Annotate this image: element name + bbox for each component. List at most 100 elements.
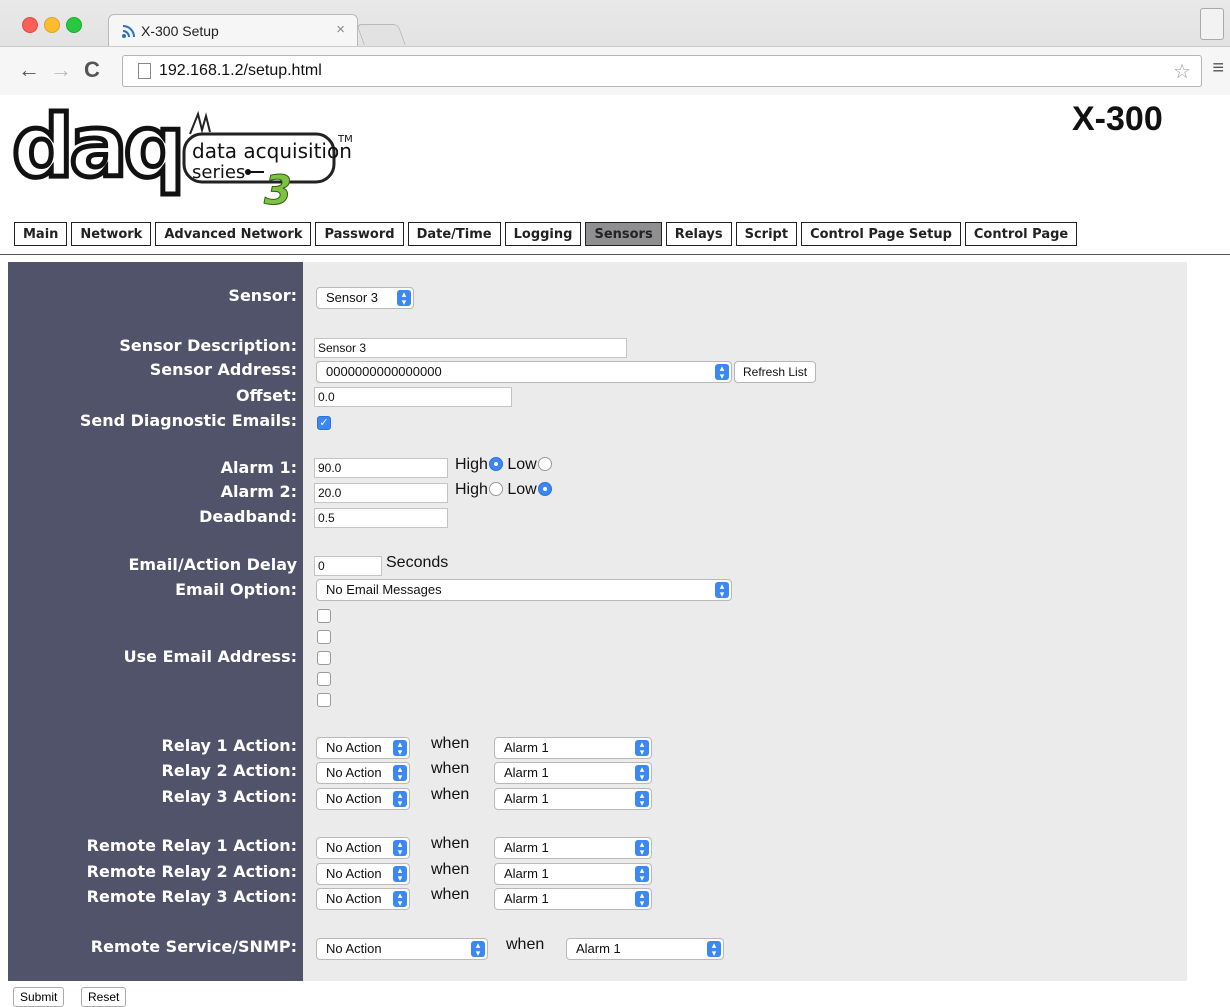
remote-relay1-alarm-select[interactable]: Alarm 1 ▴ ▾: [494, 837, 652, 859]
tab-advanced-network[interactable]: Advanced Network: [155, 222, 312, 246]
tab-control-page-setup[interactable]: Control Page Setup: [801, 222, 961, 246]
remote-relay1-when-label: when: [431, 835, 470, 852]
alarm1-high-radio[interactable]: [488, 457, 503, 471]
tab-relays[interactable]: Relays: [665, 222, 732, 246]
alarm2-low-label: Low: [507, 481, 537, 498]
send-diagnostic-checkbox[interactable]: ✓: [317, 416, 331, 430]
relay1-alarm-select[interactable]: Alarm 1 ▴ ▾: [494, 737, 652, 759]
profile-icon[interactable]: [1200, 8, 1224, 40]
forward-icon[interactable]: →: [50, 59, 72, 81]
remote-relay2-action-label: Remote Relay 2 Action:: [86, 862, 297, 881]
minimize-window-button[interactable]: [44, 17, 60, 33]
email-option-label: Email Option:: [175, 580, 297, 599]
email-action-delay-input[interactable]: 0: [314, 556, 382, 576]
action-select-value: No Action: [326, 891, 382, 906]
tab-script[interactable]: Script: [735, 222, 798, 246]
new-tab-button[interactable]: [356, 24, 406, 45]
remote-snmp-alarm-select[interactable]: Alarm 1 ▴ ▾: [566, 938, 724, 960]
alarm1-input[interactable]: 90.0: [314, 458, 448, 478]
select-arrows-icon: ▴ ▾: [393, 740, 407, 757]
daq-logo: daq data acquisition series TM 3: [12, 104, 353, 208]
sensor-description-input[interactable]: Sensor 3: [314, 338, 627, 358]
alarm-select-value: Alarm 1: [504, 765, 549, 780]
close-window-button[interactable]: [22, 17, 38, 33]
browser-tab[interactable]: X-300 Setup ×: [108, 14, 358, 47]
select-arrows-icon: ▴ ▾: [715, 582, 729, 599]
tab-password[interactable]: Password: [315, 222, 404, 246]
remote-service-snmp-label: Remote Service/SNMP:: [90, 937, 297, 956]
tab-network[interactable]: Network: [71, 222, 152, 246]
alarm2-high-radio[interactable]: [488, 482, 503, 496]
email-address-checkbox-1[interactable]: [317, 609, 331, 623]
alarm-select-value: Alarm 1: [504, 840, 549, 855]
back-icon[interactable]: ←: [18, 59, 40, 81]
submit-button[interactable]: Submit: [13, 987, 65, 1007]
relay2-alarm-select[interactable]: Alarm 1 ▴ ▾: [494, 762, 652, 784]
sensor-address-select[interactable]: 0000000000000000 ▴ ▾: [316, 361, 732, 383]
alarm2-input[interactable]: 20.0: [314, 483, 448, 503]
nav-divider: [0, 254, 1230, 255]
email-option-select[interactable]: No Email Messages ▴ ▾: [316, 579, 732, 601]
remote-relay2-alarm-select[interactable]: Alarm 1 ▴ ▾: [494, 863, 652, 885]
relay3-action-select[interactable]: No Action ▴ ▾: [316, 788, 410, 810]
sensor-select-value: Sensor 3: [326, 290, 379, 305]
sensor-select[interactable]: Sensor 3 ▴ ▾: [316, 287, 414, 309]
select-arrows-icon: ▴ ▾: [635, 791, 649, 808]
select-arrows-icon: ▴ ▾: [635, 840, 649, 857]
remote-snmp-action-select[interactable]: No Action ▴ ▾: [316, 938, 488, 960]
email-address-checkbox-3[interactable]: [317, 651, 331, 665]
relay3-alarm-select[interactable]: Alarm 1 ▴ ▾: [494, 788, 652, 810]
select-arrows-icon: ▴ ▾: [635, 891, 649, 908]
offset-input[interactable]: 0.0: [314, 387, 512, 407]
browser-menu-icon[interactable]: ≡: [1212, 57, 1224, 80]
email-action-delay-label: Email/Action Delay: [128, 555, 297, 574]
tab-main[interactable]: Main: [14, 222, 68, 246]
logo-tm-text: TM: [337, 134, 353, 145]
relay1-action-select[interactable]: No Action ▴ ▾: [316, 737, 410, 759]
remote-relay2-action-select[interactable]: No Action ▴ ▾: [316, 863, 410, 885]
remote-relay3-when-label: when: [431, 886, 470, 903]
relay2-action-select[interactable]: No Action ▴ ▾: [316, 762, 410, 784]
email-address-checkbox-5[interactable]: [317, 693, 331, 707]
alarm-select-value: Alarm 1: [576, 941, 621, 956]
email-address-checkbox-4[interactable]: [317, 672, 331, 686]
alarm2-label: Alarm 2:: [220, 482, 297, 501]
remote-relay3-action-select[interactable]: No Action ▴ ▾: [316, 888, 410, 910]
remote-relay3-alarm-select[interactable]: Alarm 1 ▴ ▾: [494, 888, 652, 910]
tab-control-page[interactable]: Control Page: [964, 222, 1078, 246]
seconds-label: Seconds: [386, 554, 449, 571]
relay2-when-label: when: [431, 760, 470, 777]
relay1-action-label: Relay 1 Action:: [161, 736, 297, 755]
refresh-list-button[interactable]: Refresh List: [734, 361, 817, 383]
tab-logging[interactable]: Logging: [504, 222, 582, 246]
tab-title: X-300 Setup: [141, 23, 219, 39]
tab-close-icon[interactable]: ×: [336, 21, 345, 38]
address-bar[interactable]: 192.168.1.2/setup.html ☆: [122, 55, 1202, 87]
alarm1-label: Alarm 1:: [220, 458, 297, 477]
offset-label: Offset:: [236, 386, 297, 405]
alarm1-low-radio[interactable]: [537, 457, 552, 471]
action-select-value: No Action: [326, 866, 382, 881]
use-email-address-label: Use Email Address:: [123, 647, 297, 666]
action-select-value: No Action: [326, 941, 382, 956]
alarm-select-value: Alarm 1: [504, 866, 549, 881]
alarm-select-value: Alarm 1: [504, 891, 549, 906]
bookmark-star-icon[interactable]: ☆: [1173, 59, 1191, 84]
zoom-window-button[interactable]: [66, 17, 82, 33]
logo-sub2-text: series: [192, 162, 245, 183]
tab-date-time[interactable]: Date/Time: [407, 222, 501, 246]
select-arrows-icon: ▴ ▾: [393, 791, 407, 808]
select-arrows-icon: ▴ ▾: [635, 866, 649, 883]
remote-relay1-action-label: Remote Relay 1 Action:: [86, 836, 297, 855]
reset-button[interactable]: Reset: [81, 987, 127, 1007]
remote-relay1-action-select[interactable]: No Action ▴ ▾: [316, 837, 410, 859]
alarm2-mode-group: High Low: [455, 481, 552, 499]
sensor-address-label: Sensor Address:: [149, 360, 297, 379]
email-address-checkbox-2[interactable]: [317, 630, 331, 644]
reload-icon[interactable]: C: [84, 59, 100, 81]
logo-sub1-text: data acquisition: [192, 139, 352, 163]
tab-sensors[interactable]: Sensors: [585, 222, 662, 246]
deadband-input[interactable]: 0.5: [314, 508, 448, 528]
alarm2-low-radio[interactable]: [537, 482, 552, 496]
select-arrows-icon: ▴ ▾: [397, 290, 411, 307]
